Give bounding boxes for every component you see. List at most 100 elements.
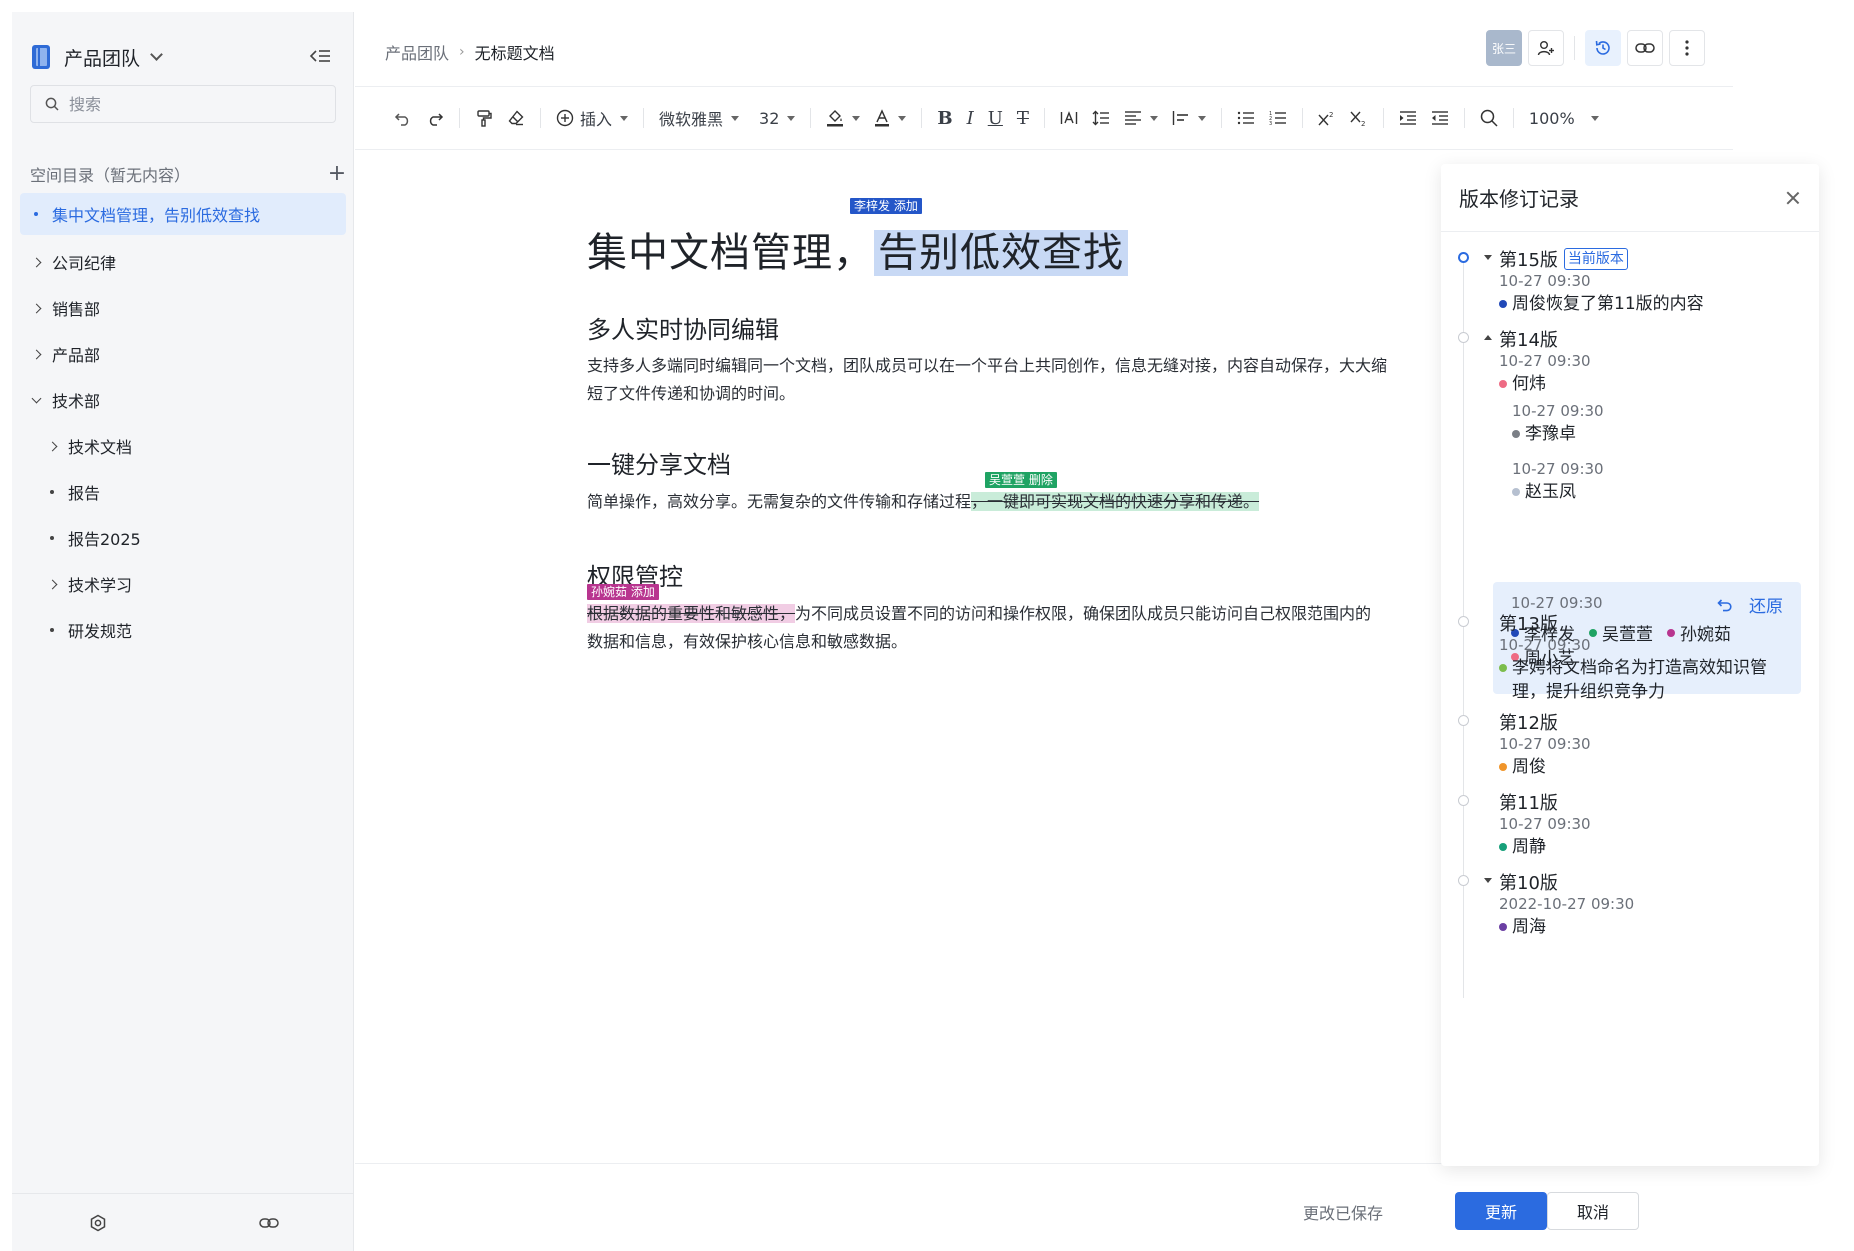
zoom-select[interactable]: 100%: [1522, 102, 1606, 134]
bullet-icon: [50, 628, 54, 632]
revision-time: 10-27 09:30: [1499, 352, 1591, 370]
revision-description: 赵玉凤: [1512, 480, 1812, 504]
indent-decrease-button[interactable]: [1424, 102, 1456, 134]
plus-circle-icon: [556, 109, 574, 127]
format-painter-button[interactable]: [468, 102, 500, 134]
underline-button[interactable]: U: [981, 102, 1010, 134]
sidebar-item[interactable]: 集中文档管理，告别低效查找: [20, 193, 346, 235]
toolbar-divider: [1301, 108, 1303, 128]
timeline-node: [1458, 332, 1469, 343]
align-dropdown[interactable]: [1117, 102, 1165, 134]
section-heading[interactable]: 多人实时协同编辑: [587, 310, 779, 345]
toolbar-divider: [1463, 108, 1465, 128]
update-button[interactable]: 更新: [1455, 1192, 1547, 1230]
sidebar-item-label: 报告: [68, 484, 101, 503]
revision-time: 10-27 09:30: [1499, 735, 1591, 753]
bullet-list-button[interactable]: [1230, 102, 1262, 134]
sidebar-item[interactable]: 技术部: [20, 377, 346, 423]
doc-footer: 更改已保存 更新 取消: [355, 1163, 1733, 1251]
insert-dropdown[interactable]: 插入: [549, 102, 635, 134]
breadcrumb: 产品团队 › 无标题文档: [385, 40, 555, 64]
caret-down-icon[interactable]: [1484, 878, 1492, 883]
caret-down-icon: [787, 115, 796, 121]
sidebar-item[interactable]: 销售部: [20, 285, 346, 331]
highlight-color-button[interactable]: [819, 102, 867, 134]
sidebar-item[interactable]: 技术文档: [20, 423, 346, 469]
sidebar-item[interactable]: 公司纪律: [20, 239, 346, 285]
sidebar-item[interactable]: 研发规范: [20, 607, 346, 653]
sidebar-item-label: 产品部: [52, 346, 101, 365]
italic-icon: I: [966, 107, 974, 129]
font-color-button[interactable]: [867, 102, 913, 134]
toolbar-divider: [643, 108, 645, 128]
collapse-sidebar-icon[interactable]: [309, 46, 331, 66]
tree-marker: [22, 303, 50, 313]
version-number: 第10版: [1499, 873, 1558, 894]
sidebar-item[interactable]: 技术学习: [20, 561, 346, 607]
close-icon[interactable]: [1785, 190, 1801, 206]
doc-title[interactable]: 集中文档管理， 告别低效查找: [587, 220, 1128, 278]
bullet-list-icon: [1237, 111, 1254, 125]
caret-down-icon[interactable]: [1484, 255, 1492, 260]
link-icon: [258, 1217, 279, 1228]
restore-label: 还原: [1749, 597, 1783, 617]
breadcrumb-root[interactable]: 产品团队: [385, 40, 449, 64]
bold-button[interactable]: B: [930, 102, 959, 134]
more-vertical-icon: [1685, 40, 1689, 56]
toolbar-divider: [1512, 108, 1514, 128]
font-size-select[interactable]: 32: [752, 102, 802, 134]
author-tag-added: 孙婉茹 添加: [587, 584, 659, 600]
search-input[interactable]: [69, 94, 309, 114]
share-link-button[interactable]: [183, 1217, 354, 1229]
caret-up-icon[interactable]: [1484, 335, 1492, 340]
caret-down-icon: [852, 115, 861, 121]
doc-title-text: 集中文档管理，: [587, 230, 874, 276]
revision-time: 2022-10-27 09:30: [1499, 895, 1635, 913]
team-switcher[interactable]: 产品团队: [32, 42, 163, 72]
user-name: 孙婉茹: [1680, 625, 1731, 645]
timeline-node: [1458, 795, 1469, 806]
add-item-button[interactable]: +: [326, 163, 348, 185]
revision-version-label: 第13版: [1499, 610, 1558, 636]
more-button[interactable]: [1669, 30, 1705, 66]
letter-spacing-button[interactable]: [1053, 102, 1085, 134]
history-button[interactable]: [1585, 30, 1621, 66]
search-box[interactable]: [30, 85, 336, 123]
section-paragraph[interactable]: 简单操作，高效分享。无需复杂的文件传输和存储过程，一键即可实现文档的快速分享和传…: [587, 488, 1387, 516]
line-height-button[interactable]: [1085, 102, 1117, 134]
sidebar-item[interactable]: 产品部: [20, 331, 346, 377]
redo-button[interactable]: [419, 102, 451, 134]
section-heading[interactable]: 一键分享文档: [587, 445, 731, 480]
subscript-button[interactable]: 2: [1343, 102, 1375, 134]
find-button[interactable]: [1473, 102, 1505, 134]
strikethrough-button[interactable]: T: [1010, 102, 1036, 134]
clear-format-button[interactable]: [500, 102, 532, 134]
section-paragraph[interactable]: 支持多人多端同时编辑同一个文档，团队成员可以在一个平台上共同创作，信息无缝对接，…: [587, 352, 1387, 408]
align-bar-icon: [1172, 111, 1188, 125]
revision-text: 周俊: [1512, 757, 1546, 777]
bullet-icon: [34, 212, 38, 216]
restore-icon: [1717, 598, 1732, 611]
numbered-list-icon: 123: [1269, 111, 1286, 126]
copy-link-button[interactable]: [1627, 30, 1663, 66]
superscript-button[interactable]: 2: [1311, 102, 1343, 134]
cancel-button[interactable]: 取消: [1547, 1192, 1639, 1230]
italic-button[interactable]: I: [960, 102, 981, 134]
undo-button[interactable]: [387, 102, 419, 134]
restore-button[interactable]: 还原: [1717, 592, 1783, 617]
font-family-select[interactable]: 微软雅黑: [652, 102, 746, 134]
add-collaborator-button[interactable]: [1528, 30, 1564, 66]
search-icon: [45, 97, 59, 111]
chevron-right-icon: [47, 441, 57, 451]
section-paragraph[interactable]: 根据数据的重要性和敏感性，为不同成员设置不同的访问和操作权限，确保团队成员只能访…: [587, 600, 1387, 656]
indent-style-dropdown[interactable]: [1165, 102, 1213, 134]
add-user-icon: [1537, 41, 1554, 56]
user-avatar[interactable]: 张三: [1486, 30, 1522, 66]
numbered-list-button[interactable]: 123: [1262, 102, 1294, 134]
revision-text: 周海: [1512, 917, 1546, 937]
sidebar-item[interactable]: 报告: [20, 469, 346, 515]
tree-marker: [38, 579, 66, 589]
indent-increase-button[interactable]: [1392, 102, 1424, 134]
settings-button[interactable]: [12, 1214, 183, 1232]
sidebar-item[interactable]: 报告2025: [20, 515, 346, 561]
